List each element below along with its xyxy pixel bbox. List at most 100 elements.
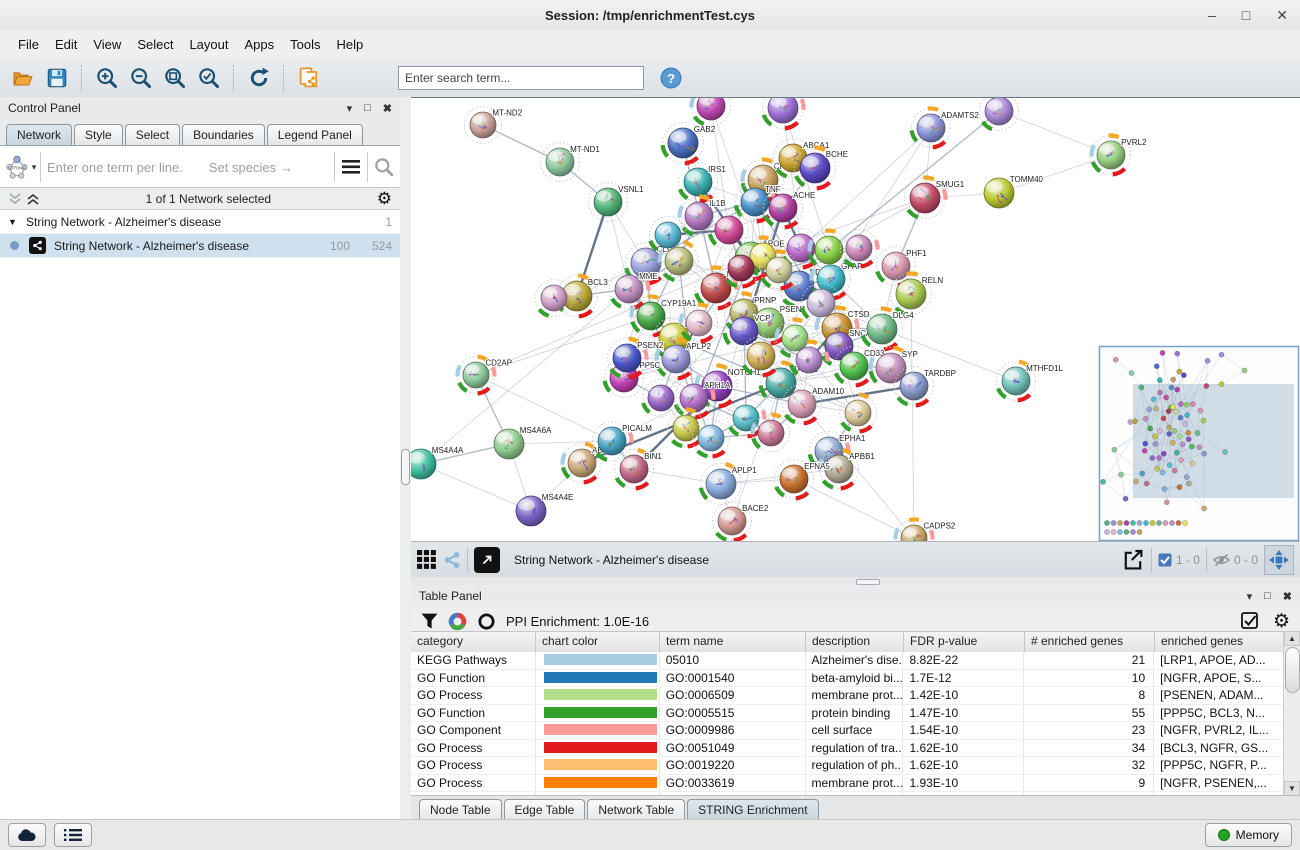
network-node-n67[interactable]	[802, 284, 841, 323]
export-network-button[interactable]	[1121, 548, 1145, 572]
close-button[interactable]: ✕	[1276, 8, 1288, 22]
cloud-tasks-button[interactable]	[8, 823, 46, 847]
table-row[interactable]: GO ProcessGO:0051049regulation of tra...…	[411, 740, 1284, 758]
scroll-up-arrow[interactable]: ▲	[1284, 631, 1300, 646]
column-header-enriched-genes[interactable]: enriched genes	[1155, 632, 1285, 652]
table-scrollbar[interactable]: ▲ ▼	[1283, 631, 1300, 796]
scroll-down-arrow[interactable]: ▼	[1284, 781, 1300, 796]
column-header-chart-color[interactable]: chart color	[536, 632, 660, 652]
select-all-checkbox-icon[interactable]	[1241, 612, 1259, 630]
string-logo[interactable]: STRING ▾	[0, 154, 40, 180]
network-panel-gear-icon[interactable]: ⚙	[377, 190, 392, 207]
checkbox-icon[interactable]	[1158, 553, 1172, 567]
network-node-MTHFD1L[interactable]: MTHFD1L	[997, 362, 1064, 401]
table-row[interactable]: GO ComponentGO:0009986cell surface1.54E-…	[411, 722, 1284, 740]
column-header-category[interactable]: category	[411, 632, 536, 652]
zoom-in-button[interactable]	[92, 63, 122, 93]
overview-viewport[interactable]	[1133, 384, 1294, 498]
panel-float-icon[interactable]: □	[364, 102, 371, 115]
share-view-button[interactable]	[443, 551, 461, 569]
minimize-button[interactable]: –	[1208, 8, 1216, 22]
tab-node-table[interactable]: Node Table	[419, 799, 502, 820]
column-header-term-name[interactable]: term name	[660, 632, 806, 652]
enrichment-settings-gear-icon[interactable]: ⚙	[1273, 612, 1290, 631]
network-node-n64[interactable]	[810, 231, 849, 270]
network-canvas[interactable]: MT-ND2MT-ND1VSNL1GAB2ADAMTS2PVRL2TOMM40S…	[411, 97, 1300, 542]
save-session-button[interactable]	[42, 63, 72, 93]
menu-item-layout[interactable]: Layout	[181, 33, 236, 56]
table-row[interactable]: KEGG Pathways05010Alzheimer's dise...8.8…	[411, 652, 1284, 670]
menu-item-tools[interactable]: Tools	[282, 33, 328, 56]
tab-string-enrichment[interactable]: STRING Enrichment	[687, 799, 818, 820]
tab-boundaries[interactable]: Boundaries	[182, 124, 265, 145]
panel-close-icon[interactable]: ✖	[383, 102, 392, 115]
search-input[interactable]	[398, 66, 644, 90]
menu-item-help[interactable]: Help	[329, 33, 372, 56]
network-node-n7[interactable]	[980, 98, 1019, 131]
zoom-selected-button[interactable]	[194, 63, 224, 93]
tab-edge-table[interactable]: Edge Table	[504, 799, 586, 820]
zoom-out-button[interactable]	[126, 63, 156, 93]
filter-icon[interactable]	[421, 613, 438, 629]
splitter-handle[interactable]	[401, 449, 410, 485]
string-options-button[interactable]	[335, 150, 367, 184]
table-row[interactable]: GO ProcessGO:0019220regulation of ph...1…	[411, 757, 1284, 775]
scrollbar-knob[interactable]	[1285, 647, 1300, 693]
network-node-CADPS2[interactable]: CADPS2	[896, 519, 956, 542]
panel-menu-icon[interactable]: ▾	[1247, 590, 1253, 603]
collapse-triangle-icon[interactable]: ▼	[8, 217, 26, 227]
network-node-BIN1[interactable]: BIN1	[615, 450, 663, 489]
network-node-n78[interactable]	[840, 395, 877, 432]
network-node-n72[interactable]	[681, 304, 718, 341]
network-node-n69[interactable]	[742, 337, 781, 376]
panel-float-icon[interactable]: □	[1264, 590, 1271, 603]
set-species-link[interactable]: Set species →	[209, 160, 293, 175]
table-row[interactable]: GO ProcessGO:0033619membrane prot...1.93…	[411, 775, 1284, 793]
tab-select[interactable]: Select	[125, 124, 180, 145]
network-node-APLP1[interactable]: APLP1	[701, 464, 758, 505]
table-row[interactable]: GO FunctionGO:0001540beta-amyloid bi...1…	[411, 670, 1284, 688]
tab-network-table[interactable]: Network Table	[587, 799, 685, 820]
refresh-button[interactable]	[244, 63, 274, 93]
network-graph[interactable]: MT-ND2MT-ND1VSNL1GAB2ADAMTS2PVRL2TOMM40S…	[411, 98, 1300, 542]
network-node-MT-ND1[interactable]: MT-ND1	[541, 143, 601, 182]
open-in-browser-button[interactable]	[474, 547, 500, 573]
table-row[interactable]: GO ProcessGO:0006509membrane prot...1.42…	[411, 687, 1284, 705]
network-node-SMUG1[interactable]: SMUG1	[905, 178, 965, 219]
open-session-button[interactable]	[8, 63, 38, 93]
donut-chart-icon[interactable]	[448, 612, 467, 631]
task-history-button[interactable]	[54, 823, 92, 847]
maximize-button[interactable]: □	[1242, 8, 1250, 22]
ring-chart-icon[interactable]	[477, 612, 496, 631]
menu-item-edit[interactable]: Edit	[47, 33, 85, 56]
menu-item-view[interactable]: View	[85, 33, 129, 56]
network-node-n61[interactable]	[710, 211, 749, 250]
column-header-FDR-p-value[interactable]: FDR p-value	[904, 632, 1025, 652]
pan-tool-button[interactable]	[1264, 545, 1294, 575]
panel-splitter[interactable]	[400, 97, 411, 820]
birds-eye-overview[interactable]	[1100, 347, 1299, 541]
network-node-MS4A4A[interactable]: MS4A4A	[411, 446, 464, 479]
string-query-input[interactable]: Enter one term per line. Set species →	[41, 160, 334, 175]
column-header-description[interactable]: description	[806, 632, 904, 652]
collapse-all-icon[interactable]	[8, 192, 22, 206]
network-node-PVRL2[interactable]: PVRL2	[1092, 135, 1147, 174]
menu-item-apps[interactable]: Apps	[237, 33, 283, 56]
panel-close-icon[interactable]: ✖	[1283, 590, 1292, 603]
memory-button[interactable]: Memory	[1205, 823, 1292, 847]
network-node-MS4A4E[interactable]: MS4A4E	[516, 493, 573, 526]
string-search-button[interactable]	[368, 150, 400, 184]
grid-view-button[interactable]	[417, 550, 437, 570]
network-node-n4[interactable]	[692, 98, 731, 126]
network-node-BACE2[interactable]: BACE2	[713, 502, 769, 541]
network-node-n73[interactable]	[643, 380, 680, 417]
menu-item-file[interactable]: File	[10, 33, 47, 56]
eye-slash-icon[interactable]	[1213, 553, 1230, 567]
menu-item-select[interactable]: Select	[129, 33, 181, 56]
expand-all-icon[interactable]	[26, 192, 40, 206]
network-node-n65[interactable]	[841, 230, 878, 267]
tab-style[interactable]: Style	[74, 124, 123, 145]
panel-menu-icon[interactable]: ▾	[347, 102, 353, 115]
table-row[interactable]: GO FunctionGO:0005515protein binding1.47…	[411, 705, 1284, 723]
network-node-TOMM40[interactable]: TOMM40	[984, 175, 1044, 208]
